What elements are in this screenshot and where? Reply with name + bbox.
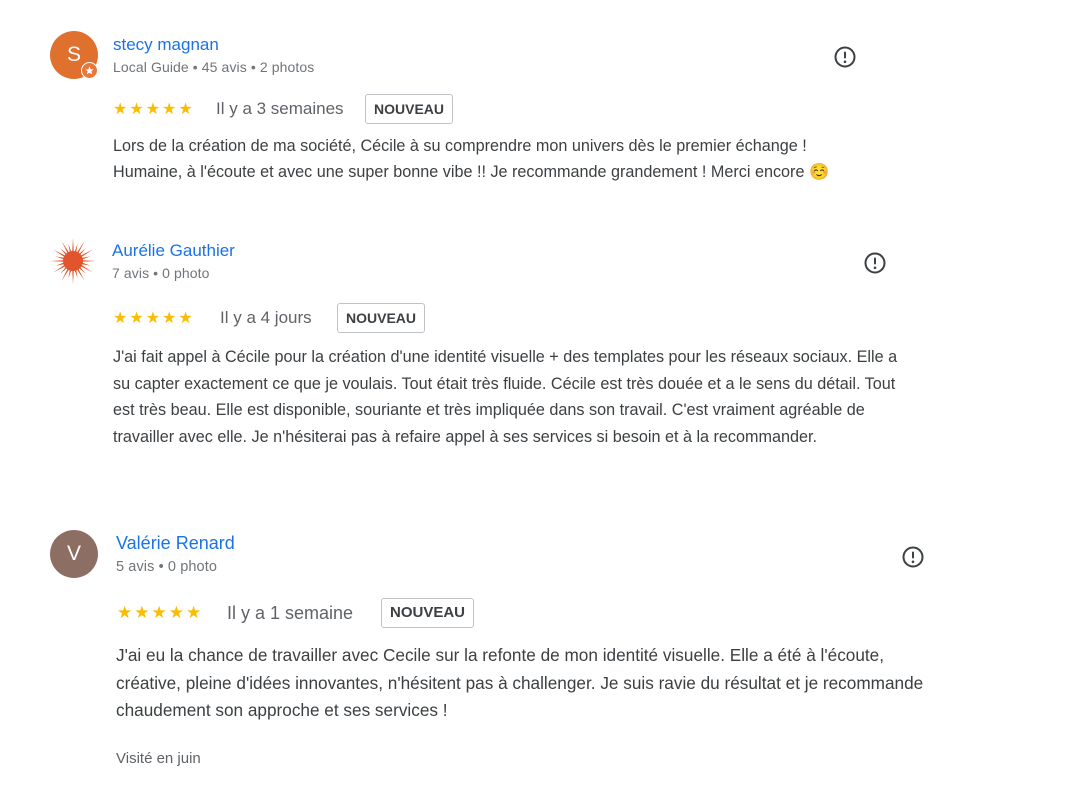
sunburst-avatar-icon	[50, 238, 96, 284]
reviewer-name[interactable]: stecy magnan	[113, 35, 219, 55]
report-exclamation-icon[interactable]	[901, 545, 925, 569]
review-text: J'ai eu la chance de travailler avec Cec…	[116, 645, 924, 720]
avatar[interactable]	[49, 237, 97, 285]
review-date: Il y a 1 semaine	[227, 603, 354, 623]
local-guide-star-icon	[81, 62, 98, 79]
reviewer-meta[interactable]: Local Guide • 45 avis • 2 photos	[113, 59, 314, 75]
new-badge: NOUVEAU	[381, 598, 475, 628]
review-date: Il y a 3 semaines	[216, 99, 344, 118]
review-text: Lors de la création de ma société, Cécil…	[113, 137, 830, 181]
reviewer-meta[interactable]: 7 avis • 0 photo	[112, 265, 210, 281]
avatar-letter: V	[66, 542, 81, 565]
reviewer-meta[interactable]: 5 avis • 0 photo	[116, 559, 217, 575]
review-date: Il y a 4 jours	[220, 308, 312, 327]
reviewer-name[interactable]: Valérie Renard	[116, 533, 235, 554]
new-badge: NOUVEAU	[337, 303, 426, 333]
star-rating: ★★★★★	[117, 603, 204, 622]
review-text: J'ai fait appel à Cécile pour la créatio…	[113, 348, 898, 446]
visited-date: Visité en juin	[116, 750, 201, 767]
star-rating: ★★★★★	[113, 101, 195, 118]
report-exclamation-icon[interactable]	[833, 45, 857, 69]
new-badge: NOUVEAU	[365, 94, 454, 124]
avatar-letter: S	[66, 43, 81, 66]
star-rating: ★★★★★	[113, 310, 195, 327]
reviewer-name[interactable]: Aurélie Gauthier	[112, 241, 235, 261]
avatar[interactable]: S	[50, 31, 98, 79]
report-exclamation-icon[interactable]	[863, 251, 887, 275]
avatar[interactable]: V	[50, 530, 98, 578]
